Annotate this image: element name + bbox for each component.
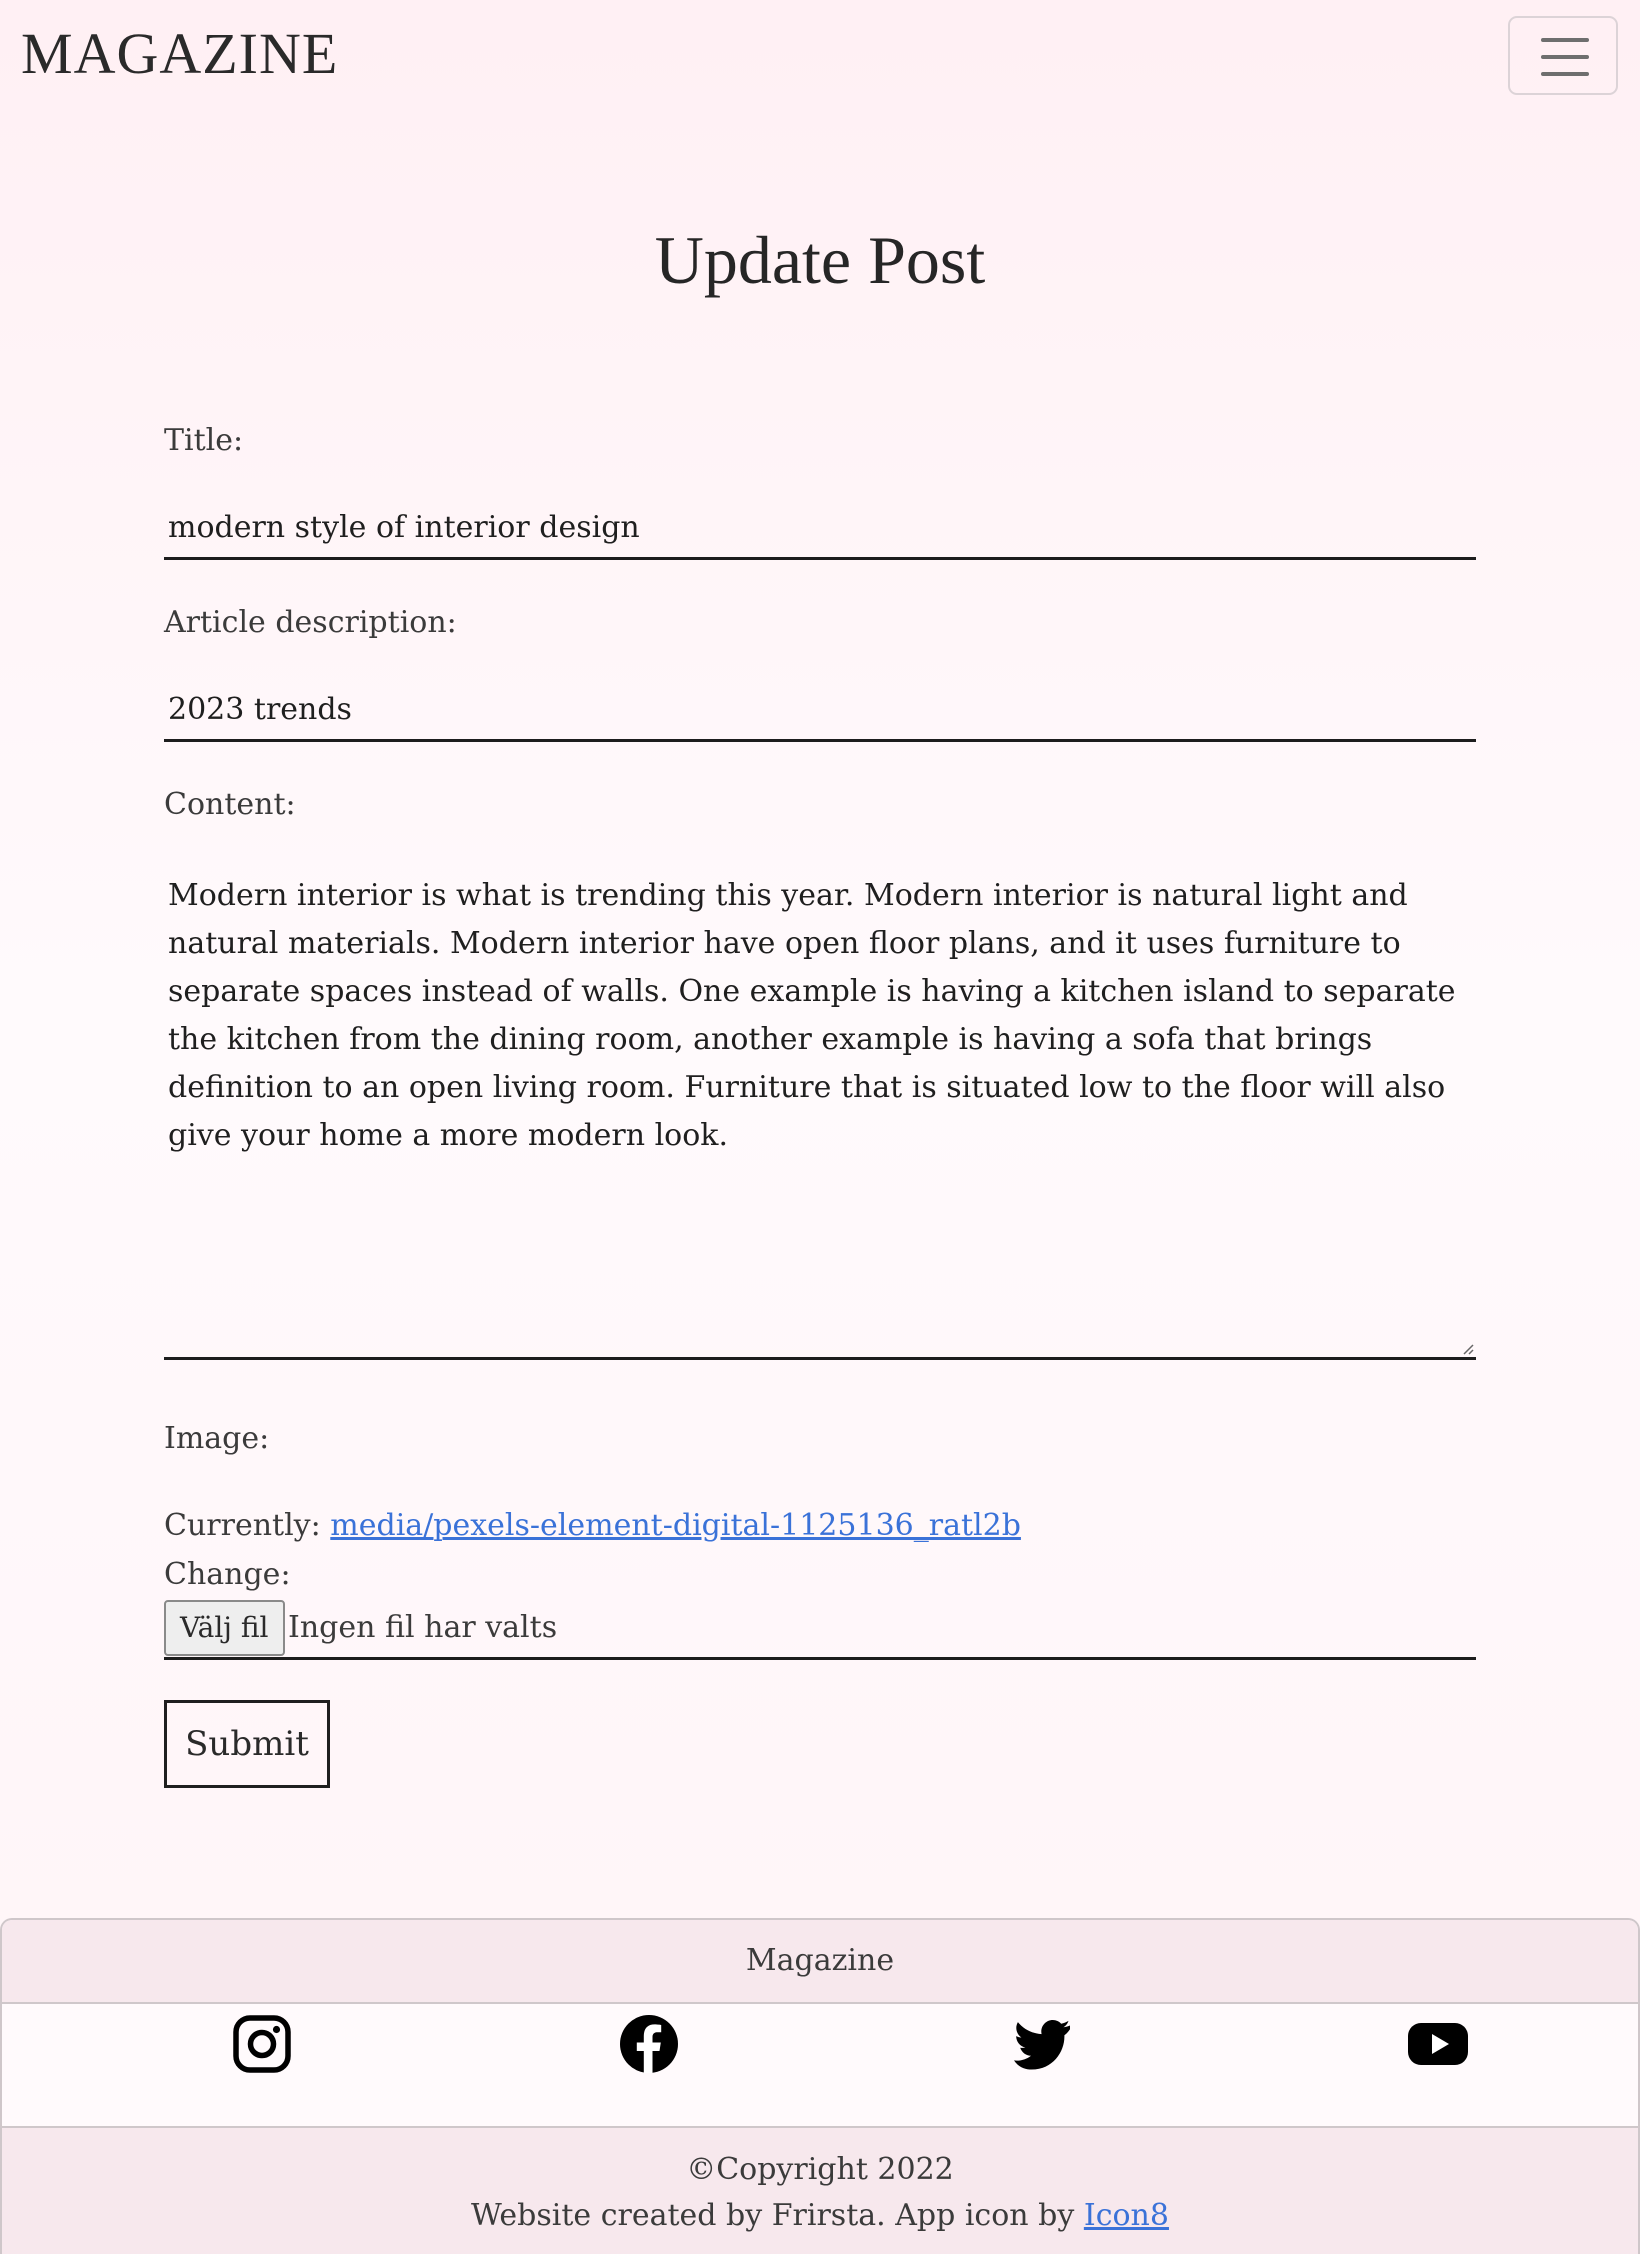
icon8-link[interactable]: Icon8 <box>1084 2198 1169 2233</box>
choose-file-button[interactable]: Välj fil <box>164 1600 285 1656</box>
navbar: MAGAZINE <box>0 0 1640 112</box>
change-label: Change: <box>164 1557 291 1592</box>
currently-label: Currently: <box>164 1508 321 1543</box>
credit-line: Website created by Frirsta. App icon by … <box>2 2196 1638 2236</box>
instagram-icon[interactable] <box>230 2012 294 2076</box>
content-text: Modern interior is what is trending this… <box>168 878 1456 1153</box>
page-title: Update Post <box>654 222 986 298</box>
description-label: Article description: <box>164 605 457 640</box>
brand-logo[interactable]: MAGAZINE <box>21 22 338 86</box>
current-image-link[interactable]: media/pexels-element-digital-1125136_rat… <box>330 1508 1021 1543</box>
title-input[interactable] <box>164 498 1476 560</box>
current-image-row: Currently: media/pexels-element-digital-… <box>164 1506 1021 1546</box>
description-input[interactable] <box>164 680 1476 742</box>
content-textarea[interactable]: Modern interior is what is trending this… <box>164 866 1476 1360</box>
menu-toggle-button[interactable] <box>1508 16 1618 95</box>
hamburger-menu-icon <box>1541 38 1589 76</box>
title-label: Title: <box>164 423 244 458</box>
submit-button[interactable]: Submit <box>164 1700 330 1788</box>
image-label: Image: <box>164 1421 270 1456</box>
content-label: Content: <box>164 787 296 822</box>
youtube-icon[interactable] <box>1406 2012 1470 2076</box>
image-file-input[interactable]: Välj fil Ingen fil har valts <box>164 1598 1476 1660</box>
footer-bottom: ©Copyright 2022 Website created by Frirs… <box>2 2126 1638 2254</box>
twitter-icon[interactable] <box>1010 2012 1074 2076</box>
footer: Magazine ©Copyright 2022 Website created… <box>0 1918 1640 2254</box>
file-status-text: Ingen fil har valts <box>288 1610 558 1645</box>
credit-text: Website created by Frirsta. App icon by <box>471 2198 1084 2233</box>
copyright-text: ©Copyright 2022 <box>686 2152 954 2187</box>
facebook-icon[interactable] <box>617 2012 681 2076</box>
footer-title: Magazine <box>2 1920 1638 2004</box>
resize-grip-icon[interactable] <box>1462 1343 1474 1355</box>
